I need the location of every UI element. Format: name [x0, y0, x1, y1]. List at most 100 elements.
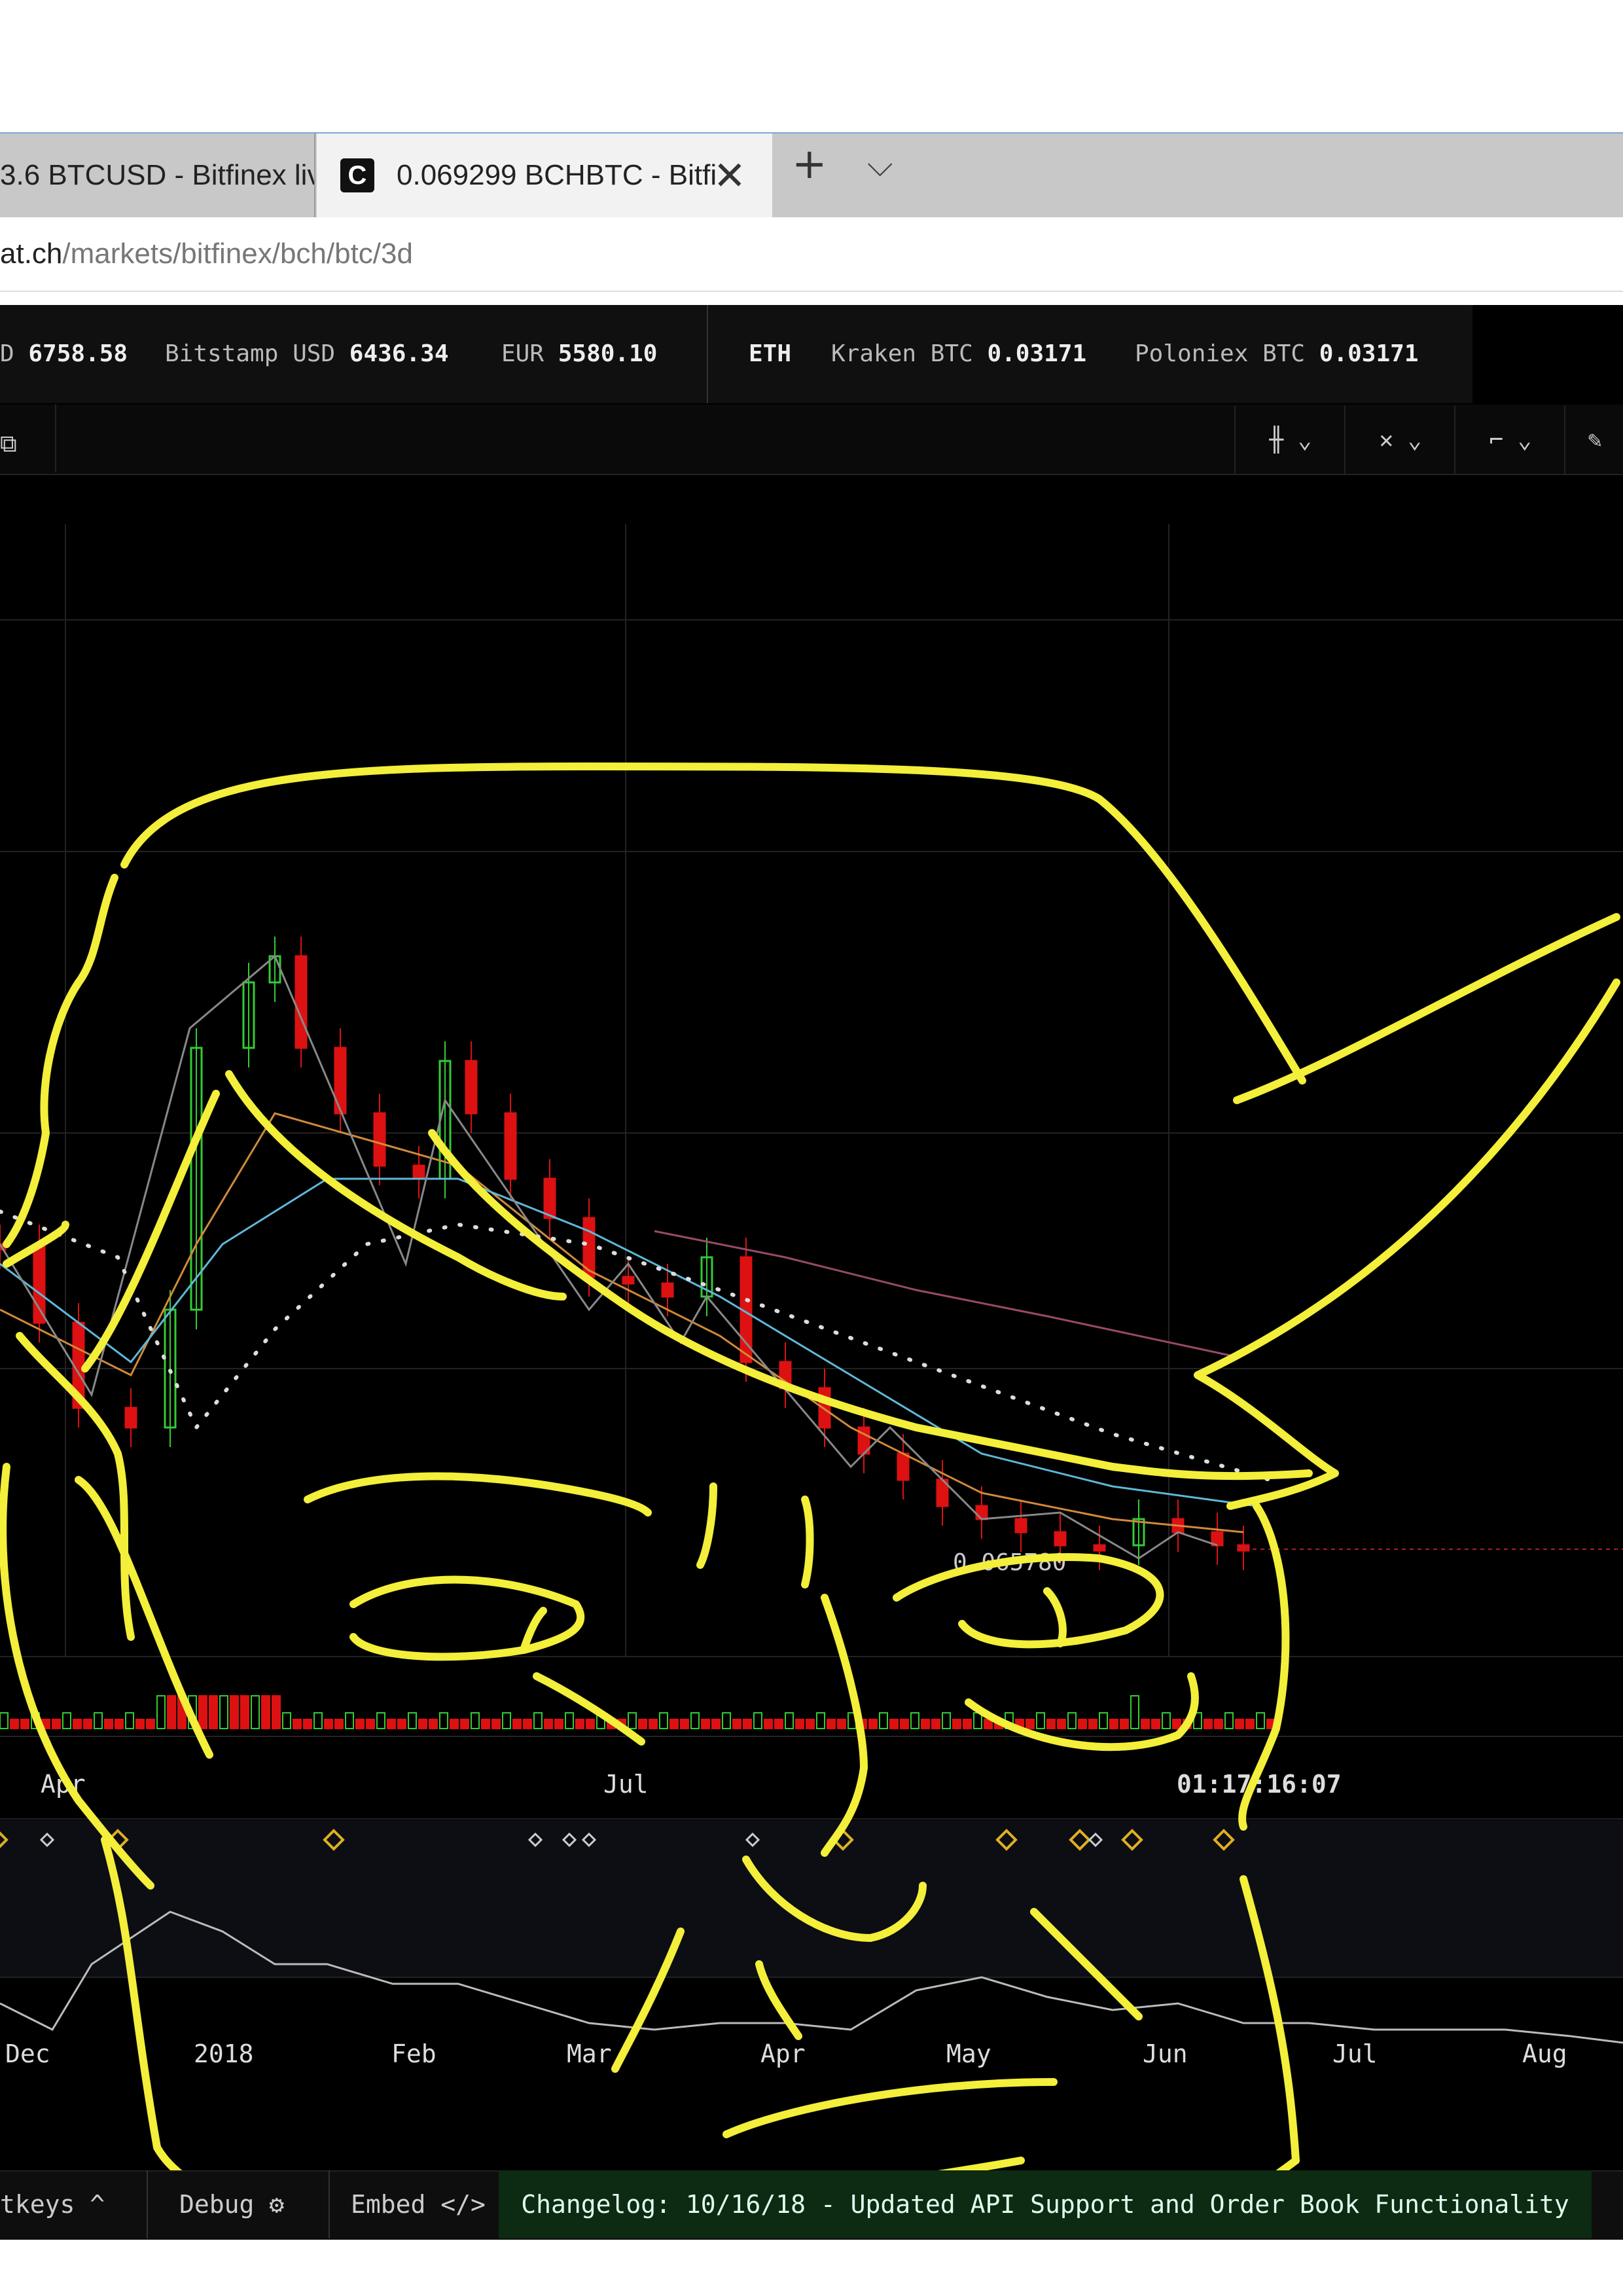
volume-bar	[198, 1695, 207, 1729]
tick-label: Aug	[1522, 2039, 1567, 2068]
volume-bar	[575, 1719, 584, 1729]
volume-bar	[491, 1719, 501, 1729]
volume-bar	[408, 1712, 417, 1729]
volume-bar	[1245, 1719, 1255, 1729]
volume-bar	[931, 1719, 940, 1729]
volume-bar	[1256, 1712, 1265, 1729]
volume-bar	[544, 1719, 553, 1729]
volume-bar	[973, 1712, 982, 1729]
volume-bar	[533, 1712, 543, 1729]
volume-bar	[1151, 1719, 1160, 1729]
embed-button[interactable]: Embed </>	[351, 2170, 486, 2238]
ma-line-orange	[0, 1112, 1244, 1534]
volume-bar	[669, 1719, 679, 1729]
volume-bar	[156, 1695, 166, 1729]
tab-label: 0.069299 BCHBTC - Bitfi	[397, 159, 717, 191]
volume-bar	[1026, 1719, 1035, 1729]
volume-bar	[272, 1695, 281, 1729]
volume-bar	[753, 1712, 762, 1729]
volume-bar	[313, 1712, 323, 1729]
volume-bar	[889, 1719, 899, 1729]
tick-label: Feb	[391, 2039, 437, 2068]
upper-x-axis: Apr Jul 01:17:16:07	[41, 1770, 1342, 1799]
volume-bar	[94, 1712, 103, 1729]
volume-bar	[711, 1719, 721, 1729]
ticker-item[interactable]: D 6758.58	[0, 340, 128, 367]
volume-bar	[523, 1719, 532, 1729]
ticker-item[interactable]: Bitstamp USD 6436.34	[165, 340, 449, 367]
address-path: /markets/bitfinex/bch/btc/3d	[62, 238, 413, 270]
volume-bar	[334, 1719, 344, 1729]
volume-bar	[429, 1719, 438, 1729]
volume-bar	[209, 1695, 218, 1729]
volume-bar	[795, 1719, 804, 1729]
volume-bar	[418, 1719, 427, 1729]
volume-bar	[1088, 1719, 1097, 1729]
chart-grid	[0, 524, 1623, 1820]
volume-bar	[879, 1712, 888, 1729]
chart-type-button[interactable]: ╫ ⌄	[1234, 406, 1346, 474]
address-bar[interactable]: at.ch/markets/bitfinex/bch/btc/3d	[0, 217, 1623, 292]
volume-bar	[1130, 1695, 1139, 1729]
volume-bar	[481, 1719, 490, 1729]
volume-bar	[104, 1719, 113, 1729]
volume-bar	[439, 1712, 448, 1729]
changelog-banner[interactable]: Changelog: 10/16/18 - Updated API Suppor…	[499, 2170, 1592, 2238]
volume-bar	[638, 1719, 647, 1729]
volume-bar	[1214, 1719, 1223, 1729]
window-icon[interactable]: ⧉	[0, 431, 17, 458]
volume-bar	[732, 1719, 741, 1729]
volume-bar	[251, 1695, 260, 1729]
volume-bar	[628, 1712, 637, 1729]
tab-bchbtc[interactable]: C 0.069299 BCHBTC - Bitfi ✕	[317, 134, 772, 217]
tab-list-chevron-down-icon[interactable]: ⌵	[867, 145, 893, 185]
draw-button[interactable]: ✎	[1564, 406, 1623, 474]
volume-bar	[240, 1695, 249, 1729]
debug-button[interactable]: Debug ⚙	[179, 2170, 284, 2238]
new-tab-button[interactable]: +	[792, 140, 827, 188]
ticker-item[interactable]: EUR 5580.10	[501, 340, 657, 367]
crosshair-icon: ✕	[1379, 426, 1394, 454]
volume-bar	[827, 1719, 836, 1729]
volume-bar	[586, 1719, 595, 1729]
address-host: at.ch	[0, 238, 63, 270]
volume-bar	[565, 1712, 574, 1729]
step-line-icon: ⌐	[1489, 426, 1504, 454]
tab-btcusd[interactable]: 3.6 BTCUSD - Bitfinex liv	[0, 134, 315, 217]
volume-bar	[1235, 1719, 1244, 1729]
price-chart[interactable]: 0.065780 Apr Jul 01:17:16:07 Dec 2018 Fe…	[0, 475, 1623, 2269]
volume-bar	[649, 1719, 658, 1729]
volume-bar	[230, 1695, 239, 1729]
volume-bar	[20, 1719, 29, 1729]
volume-bar	[952, 1719, 961, 1729]
volume-bar	[303, 1719, 312, 1729]
volume-bar	[942, 1712, 951, 1729]
volume-bar	[963, 1719, 972, 1729]
zigzag-line	[0, 954, 1218, 1560]
ticker-item[interactable]: Kraken BTC 0.03171	[831, 340, 1086, 367]
volume-bar	[502, 1712, 511, 1729]
hotkeys-button[interactable]: tkeys ^	[0, 2170, 145, 2238]
volume-bar	[471, 1712, 480, 1729]
candles-icon: ╫	[1269, 426, 1284, 454]
volume-bar	[83, 1719, 92, 1729]
volume-bar	[324, 1719, 333, 1729]
ticker-item[interactable]: Poloniex BTC 0.03171	[1135, 340, 1419, 367]
volume-bar	[450, 1719, 459, 1729]
volume-bar	[387, 1719, 396, 1729]
volume-bar	[167, 1695, 176, 1729]
tab-label: 3.6 BTCUSD - Bitfinex liv	[0, 159, 315, 191]
volume-bar	[261, 1695, 270, 1729]
line-style-button[interactable]: ⌐ ⌄	[1454, 406, 1565, 474]
volume-bar	[921, 1719, 930, 1729]
volume-bar	[282, 1712, 291, 1729]
volume-bar	[701, 1719, 710, 1729]
crosshair-button[interactable]: ✕ ⌄	[1344, 406, 1455, 474]
candles	[0, 937, 1250, 1570]
close-tab-icon[interactable]: ✕	[713, 153, 746, 199]
volume-bar	[774, 1719, 783, 1729]
volume-bar	[52, 1719, 61, 1729]
volume-bar	[10, 1719, 19, 1729]
ticker-item-eth[interactable]: ETH	[749, 340, 791, 367]
volume-bar	[115, 1719, 124, 1729]
